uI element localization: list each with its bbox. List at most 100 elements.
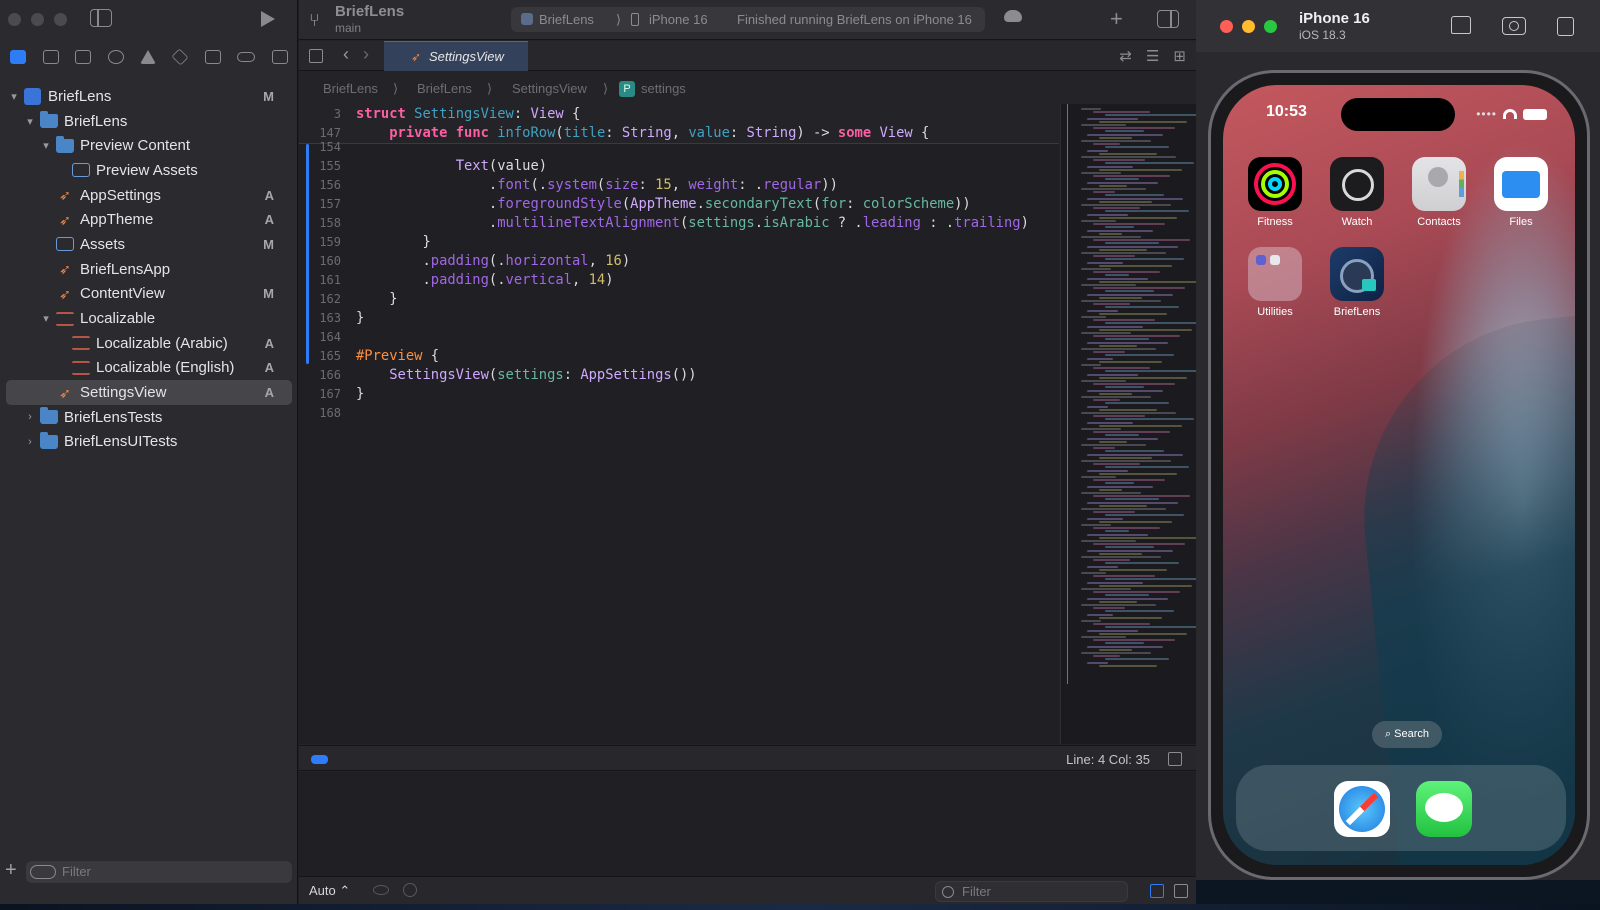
navigator-item[interactable]: ➶ BriefLensApp [0, 257, 298, 282]
scheme-activity-bar[interactable]: BriefLens ⟩ iPhone 16 Finished running B… [511, 7, 985, 32]
navigator-item[interactable]: ➶ AppSettings A [0, 183, 298, 208]
navigator-item[interactable]: Localizable (Arabic) A [0, 331, 298, 356]
home-screen[interactable]: 10:53 •••• Fitness Watch Contacts Files Util… [1223, 85, 1575, 865]
app-brieflens[interactable]: BriefLens [1329, 247, 1385, 318]
minimize-button[interactable] [1242, 20, 1255, 33]
console-filter-input[interactable]: Filter [935, 881, 1128, 902]
cloud-icon[interactable] [1004, 10, 1022, 22]
code-line[interactable]: 3 struct SettingsView: View { [299, 105, 1059, 124]
info-icon[interactable] [403, 883, 417, 897]
code-line[interactable]: 165 #Preview { [299, 347, 1059, 366]
code-line[interactable]: 164 [299, 328, 1059, 347]
navigator-item[interactable]: ➶ ContentView M [0, 282, 298, 307]
code-line[interactable]: 158 .multilineTextAlignment(settings.isA… [299, 214, 1059, 233]
inspector-toggle-icon[interactable] [1157, 10, 1179, 28]
navigator-item[interactable]: ▾ Localizable [0, 306, 298, 331]
chevron-down-icon[interactable]: ▾ [8, 90, 20, 103]
zoom-button[interactable] [54, 13, 67, 26]
code-line[interactable]: 157 .foregroundStyle(AppTheme.secondaryT… [299, 195, 1059, 214]
related-items-icon[interactable] [309, 49, 323, 63]
run-button[interactable] [261, 11, 275, 27]
navigator-item[interactable]: › BriefLensTests [0, 405, 298, 430]
back-arrow-icon[interactable]: ‹ [343, 44, 349, 65]
safari-icon[interactable] [1334, 781, 1390, 837]
navigator-filter-input[interactable]: Filter [26, 861, 292, 883]
jumpbar-file[interactable]: SettingsView [512, 76, 587, 102]
report-icon[interactable] [271, 50, 288, 64]
test-icon[interactable] [171, 48, 189, 66]
jumpbar-group[interactable]: BriefLens [417, 76, 472, 102]
debug-icon[interactable] [204, 50, 221, 64]
library-plus-icon[interactable]: + [1110, 6, 1123, 32]
app-utilities[interactable]: Utilities [1247, 247, 1303, 318]
app-contacts[interactable]: Contacts [1411, 157, 1467, 228]
run-destination[interactable]: iPhone 16 [649, 7, 708, 32]
debug-area-toggle[interactable] [311, 755, 328, 764]
eye-icon[interactable] [373, 885, 389, 895]
code-line[interactable]: 162 } [299, 290, 1059, 309]
warning-icon[interactable] [139, 50, 156, 64]
utilities-icon[interactable] [1248, 247, 1302, 301]
code-line[interactable]: 155 Text(value) [299, 157, 1059, 176]
branch-icon[interactable]: ⑂ [309, 10, 320, 31]
source-control-icon[interactable] [42, 50, 59, 64]
app-files[interactable]: Files [1493, 157, 1549, 228]
messages-icon[interactable] [1416, 781, 1472, 837]
hide-debug-icon[interactable] [1168, 752, 1182, 766]
navigator-item[interactable]: Localizable (English) A [0, 356, 298, 381]
console-pane-icon[interactable] [1174, 884, 1188, 898]
chevron-down-icon[interactable]: ▾ [24, 115, 36, 128]
files-icon[interactable] [1494, 157, 1548, 211]
folder-icon[interactable] [10, 50, 27, 64]
contacts-icon[interactable] [1412, 157, 1466, 211]
fitness-icon[interactable] [1248, 157, 1302, 211]
sidebar-toggle-icon[interactable] [90, 9, 112, 27]
app-fitness[interactable]: Fitness [1247, 157, 1303, 228]
jumpbar-symbol[interactable]: settings [641, 76, 686, 102]
navigator-item[interactable]: › BriefLensUITests [0, 430, 298, 455]
branch-name[interactable]: main [335, 21, 361, 35]
screenshot-icon[interactable] [1502, 17, 1526, 35]
scheme-name[interactable]: BriefLens [539, 7, 594, 32]
code-line[interactable]: 156 .font(.system(size: 15, weight: .reg… [299, 176, 1059, 195]
search-icon[interactable] [107, 50, 124, 64]
navigator-item[interactable]: ▾ BriefLens [0, 109, 298, 134]
code-line[interactable]: 166 SettingsView(settings: AppSettings()… [299, 366, 1059, 385]
chevron-right-icon[interactable]: › [24, 436, 36, 448]
chevron-down-icon[interactable]: ▾ [40, 312, 52, 325]
minimize-button[interactable] [31, 13, 44, 26]
code-line[interactable]: 168 [299, 404, 1059, 423]
debug-console[interactable] [299, 772, 1196, 876]
navigator-item[interactable]: Preview Assets [0, 158, 298, 183]
zoom-button[interactable] [1264, 20, 1277, 33]
navigator-item[interactable]: ➶ AppTheme A [0, 207, 298, 232]
code-line[interactable]: 163} [299, 309, 1059, 328]
swap-arrows-icon[interactable]: ⇄ [1119, 47, 1132, 65]
code-line[interactable]: 167} [299, 385, 1059, 404]
navigator-item[interactable]: Assets M [0, 232, 298, 257]
chevron-down-icon[interactable]: ▾ [40, 139, 52, 152]
source-editor[interactable]: 3 struct SettingsView: View {147 private … [299, 104, 1059, 744]
breakpoint-icon[interactable] [237, 52, 256, 62]
brieflens-icon[interactable] [1330, 247, 1384, 301]
editor-options-icon[interactable]: ☰ [1146, 47, 1159, 65]
code-line[interactable]: 160 .padding(.horizontal, 16) [299, 252, 1059, 271]
jumpbar-project[interactable]: BriefLens [323, 76, 378, 102]
watch-icon[interactable] [1330, 157, 1384, 211]
navigator-item[interactable]: ▾ BriefLens M [0, 84, 298, 109]
bookmark-icon[interactable] [75, 50, 92, 64]
split-editor-icon[interactable]: ⊞ [1173, 47, 1186, 65]
close-button[interactable] [8, 13, 21, 26]
navigator-item[interactable]: ➶ SettingsView A [6, 380, 292, 405]
variables-pane-icon[interactable] [1150, 884, 1164, 898]
filter-options-icon[interactable] [30, 865, 56, 879]
variables-view-selector[interactable]: Auto ⌃ [309, 883, 350, 899]
spotlight-search-button[interactable]: ⌕ Search [1372, 721, 1442, 748]
tab-settingsview[interactable]: ➶ SettingsView [384, 41, 528, 71]
rotate-icon[interactable] [1557, 17, 1574, 36]
home-icon[interactable] [1451, 16, 1471, 34]
chevron-right-icon[interactable]: › [24, 411, 36, 423]
code-line[interactable]: 154 [299, 138, 1059, 157]
forward-arrow-icon[interactable]: › [363, 44, 369, 65]
navigator-item[interactable]: ▾ Preview Content [0, 133, 298, 158]
